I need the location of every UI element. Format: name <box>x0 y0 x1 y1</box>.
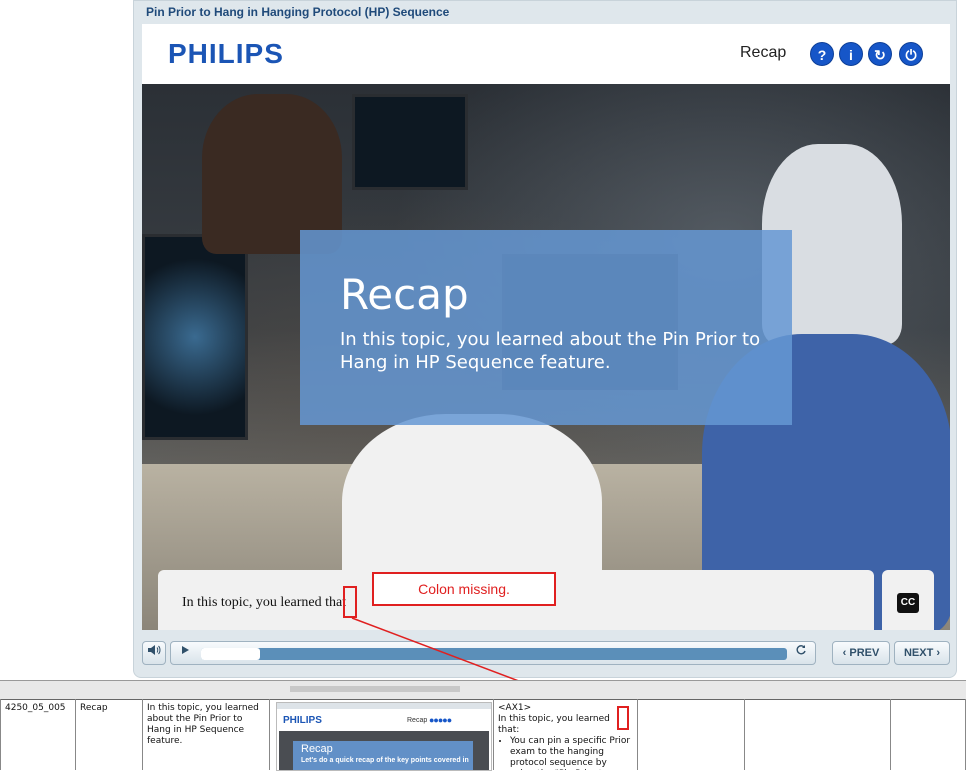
progress-fill <box>201 648 260 660</box>
monitor-left <box>142 234 248 440</box>
thumb-panel: Recap Let's do a quick recap of the key … <box>293 741 473 770</box>
audio-bullet: You can pin a specific Prior exam to the… <box>510 736 633 770</box>
help-icon[interactable]: ? <box>810 42 834 66</box>
recap-panel: Recap In this topic, you learned about t… <box>300 230 792 425</box>
play-icon[interactable] <box>175 644 195 662</box>
audio-bullets: You can pin a specific Prior exam to the… <box>498 736 633 770</box>
cell-id: 4250_05_005 <box>0 699 76 770</box>
table-header <box>0 681 966 700</box>
progress-track[interactable] <box>201 648 787 660</box>
cc-container: CC <box>882 570 934 630</box>
progress-panel <box>170 641 816 665</box>
recap-text: In this topic, you learned about the Pin… <box>340 329 761 373</box>
thumb-text: Let's do a quick recap of the key points… <box>301 757 469 764</box>
slide-stage: Recap In this topic, you learned about t… <box>142 84 950 630</box>
caption-text: In this topic, you learned that <box>182 595 347 610</box>
window-title: Pin Prior to Hang in Hanging Protocol (H… <box>146 5 450 19</box>
audio-intro: In this topic, you learned that: <box>498 714 610 735</box>
monitor-back <box>352 94 468 190</box>
cell-empty-3 <box>891 699 966 770</box>
next-label: NEXT <box>903 647 934 659</box>
speaker-icon[interactable] <box>142 641 166 665</box>
thumb-buttons-icon: ●●●●● <box>429 715 452 725</box>
slide-thumbnail: PHILIPS Recap ●●●●● Recap Let's do a qui… <box>276 702 492 771</box>
annotation-comment: Colon missing. <box>372 572 556 606</box>
cell-empty-1 <box>638 699 745 770</box>
annotation-marker-storyboard <box>617 706 629 730</box>
replay-glyph <box>796 645 806 655</box>
player-controls: ‹ PREV NEXT › <box>142 641 950 667</box>
play-glyph <box>182 646 189 654</box>
player-header: PHILIPS Recap ? i ↻ ⏻ <box>142 24 950 84</box>
section-label: Recap <box>740 44 787 61</box>
replay-icon[interactable] <box>791 644 811 662</box>
replay-icon[interactable]: ↻ <box>868 42 892 66</box>
philips-logo: PHILIPS <box>168 38 284 69</box>
thumb-logo: PHILIPS <box>283 715 322 726</box>
prev-button[interactable]: ‹ PREV <box>832 641 890 665</box>
next-button[interactable]: NEXT › <box>894 641 950 665</box>
cell-screen: Recap <box>76 699 143 770</box>
speaker-glyph <box>148 645 161 655</box>
prev-label: PREV <box>849 647 880 659</box>
audio-tag: <AX1> <box>498 703 532 713</box>
cell-empty-2 <box>745 699 891 770</box>
cell-onscreen-text: In this topic, you learned about the Pin… <box>143 699 270 770</box>
thumb-titlebar <box>277 703 491 709</box>
info-icon[interactable]: i <box>839 42 863 66</box>
closed-caption-button[interactable]: CC <box>897 593 919 613</box>
header-blur <box>290 686 460 692</box>
thumb-title: Recap <box>301 743 333 755</box>
thumb-recap-label: Recap <box>407 717 428 724</box>
recap-title: Recap <box>340 270 469 319</box>
exit-icon[interactable]: ⏻ <box>899 42 923 66</box>
chevron-right-icon: › <box>933 647 941 659</box>
annotation-marker-caption <box>343 586 357 618</box>
